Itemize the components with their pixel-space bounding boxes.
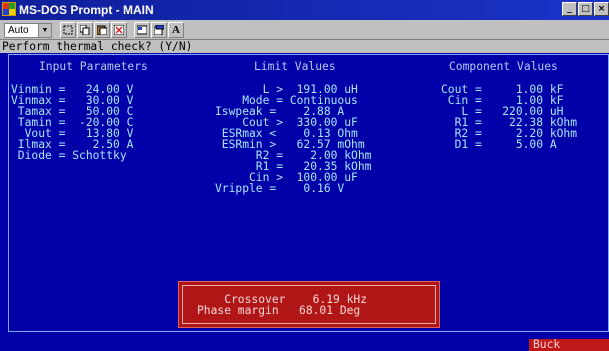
properties-icon [137,25,147,35]
background-icon [154,25,164,35]
copy-button[interactable] [77,22,93,38]
title-bar: MS-DOS Prompt - MAIN _ □ × [0,0,609,20]
font-size-select[interactable]: Auto ▼ [4,23,52,38]
mark-icon [63,25,73,35]
copy-icon [80,25,90,35]
font-button-label: A [172,24,180,36]
fullscreen-icon [114,25,124,35]
toolbar: Auto ▼ A [0,20,609,40]
chevron-down-icon: ▼ [38,24,51,37]
mode-indicator: Buck [529,339,609,351]
input-parameters-header: Input Parameters [39,60,148,73]
component-values-header: Component Values [449,60,558,73]
font-size-value: Auto [8,25,29,36]
window-controls: _ □ × [562,2,609,16]
stability-result-box: Crossover 6.19 kHz Phase margin 68.01 De… [178,281,440,328]
mark-button[interactable] [60,22,76,38]
status-bar: Buck [0,339,609,351]
paste-button[interactable] [94,22,110,38]
maximize-button[interactable]: □ [578,2,593,16]
console-area[interactable]: Perform thermal check? (Y/N) Input Param… [0,41,609,351]
properties-button[interactable] [134,22,150,38]
fullscreen-button[interactable] [111,22,127,38]
minimize-button[interactable]: _ [562,2,577,16]
close-button[interactable]: × [594,2,609,16]
input-line: Diode = Schottky [11,149,127,162]
paste-icon [97,25,107,35]
window-title: MS-DOS Prompt - MAIN [19,3,154,17]
font-button[interactable]: A [168,22,184,38]
background-button[interactable] [151,22,167,38]
component-line: D1 = 5.00 A [441,138,557,151]
limit-line: Vripple = 0.16 V [215,182,345,195]
phase-margin-line: Phase margin 68.01 Deg [197,304,361,317]
prompt-line: Perform thermal check? (Y/N) [0,41,609,53]
limit-values-header: Limit Values [254,60,336,73]
msdos-icon [2,2,16,16]
